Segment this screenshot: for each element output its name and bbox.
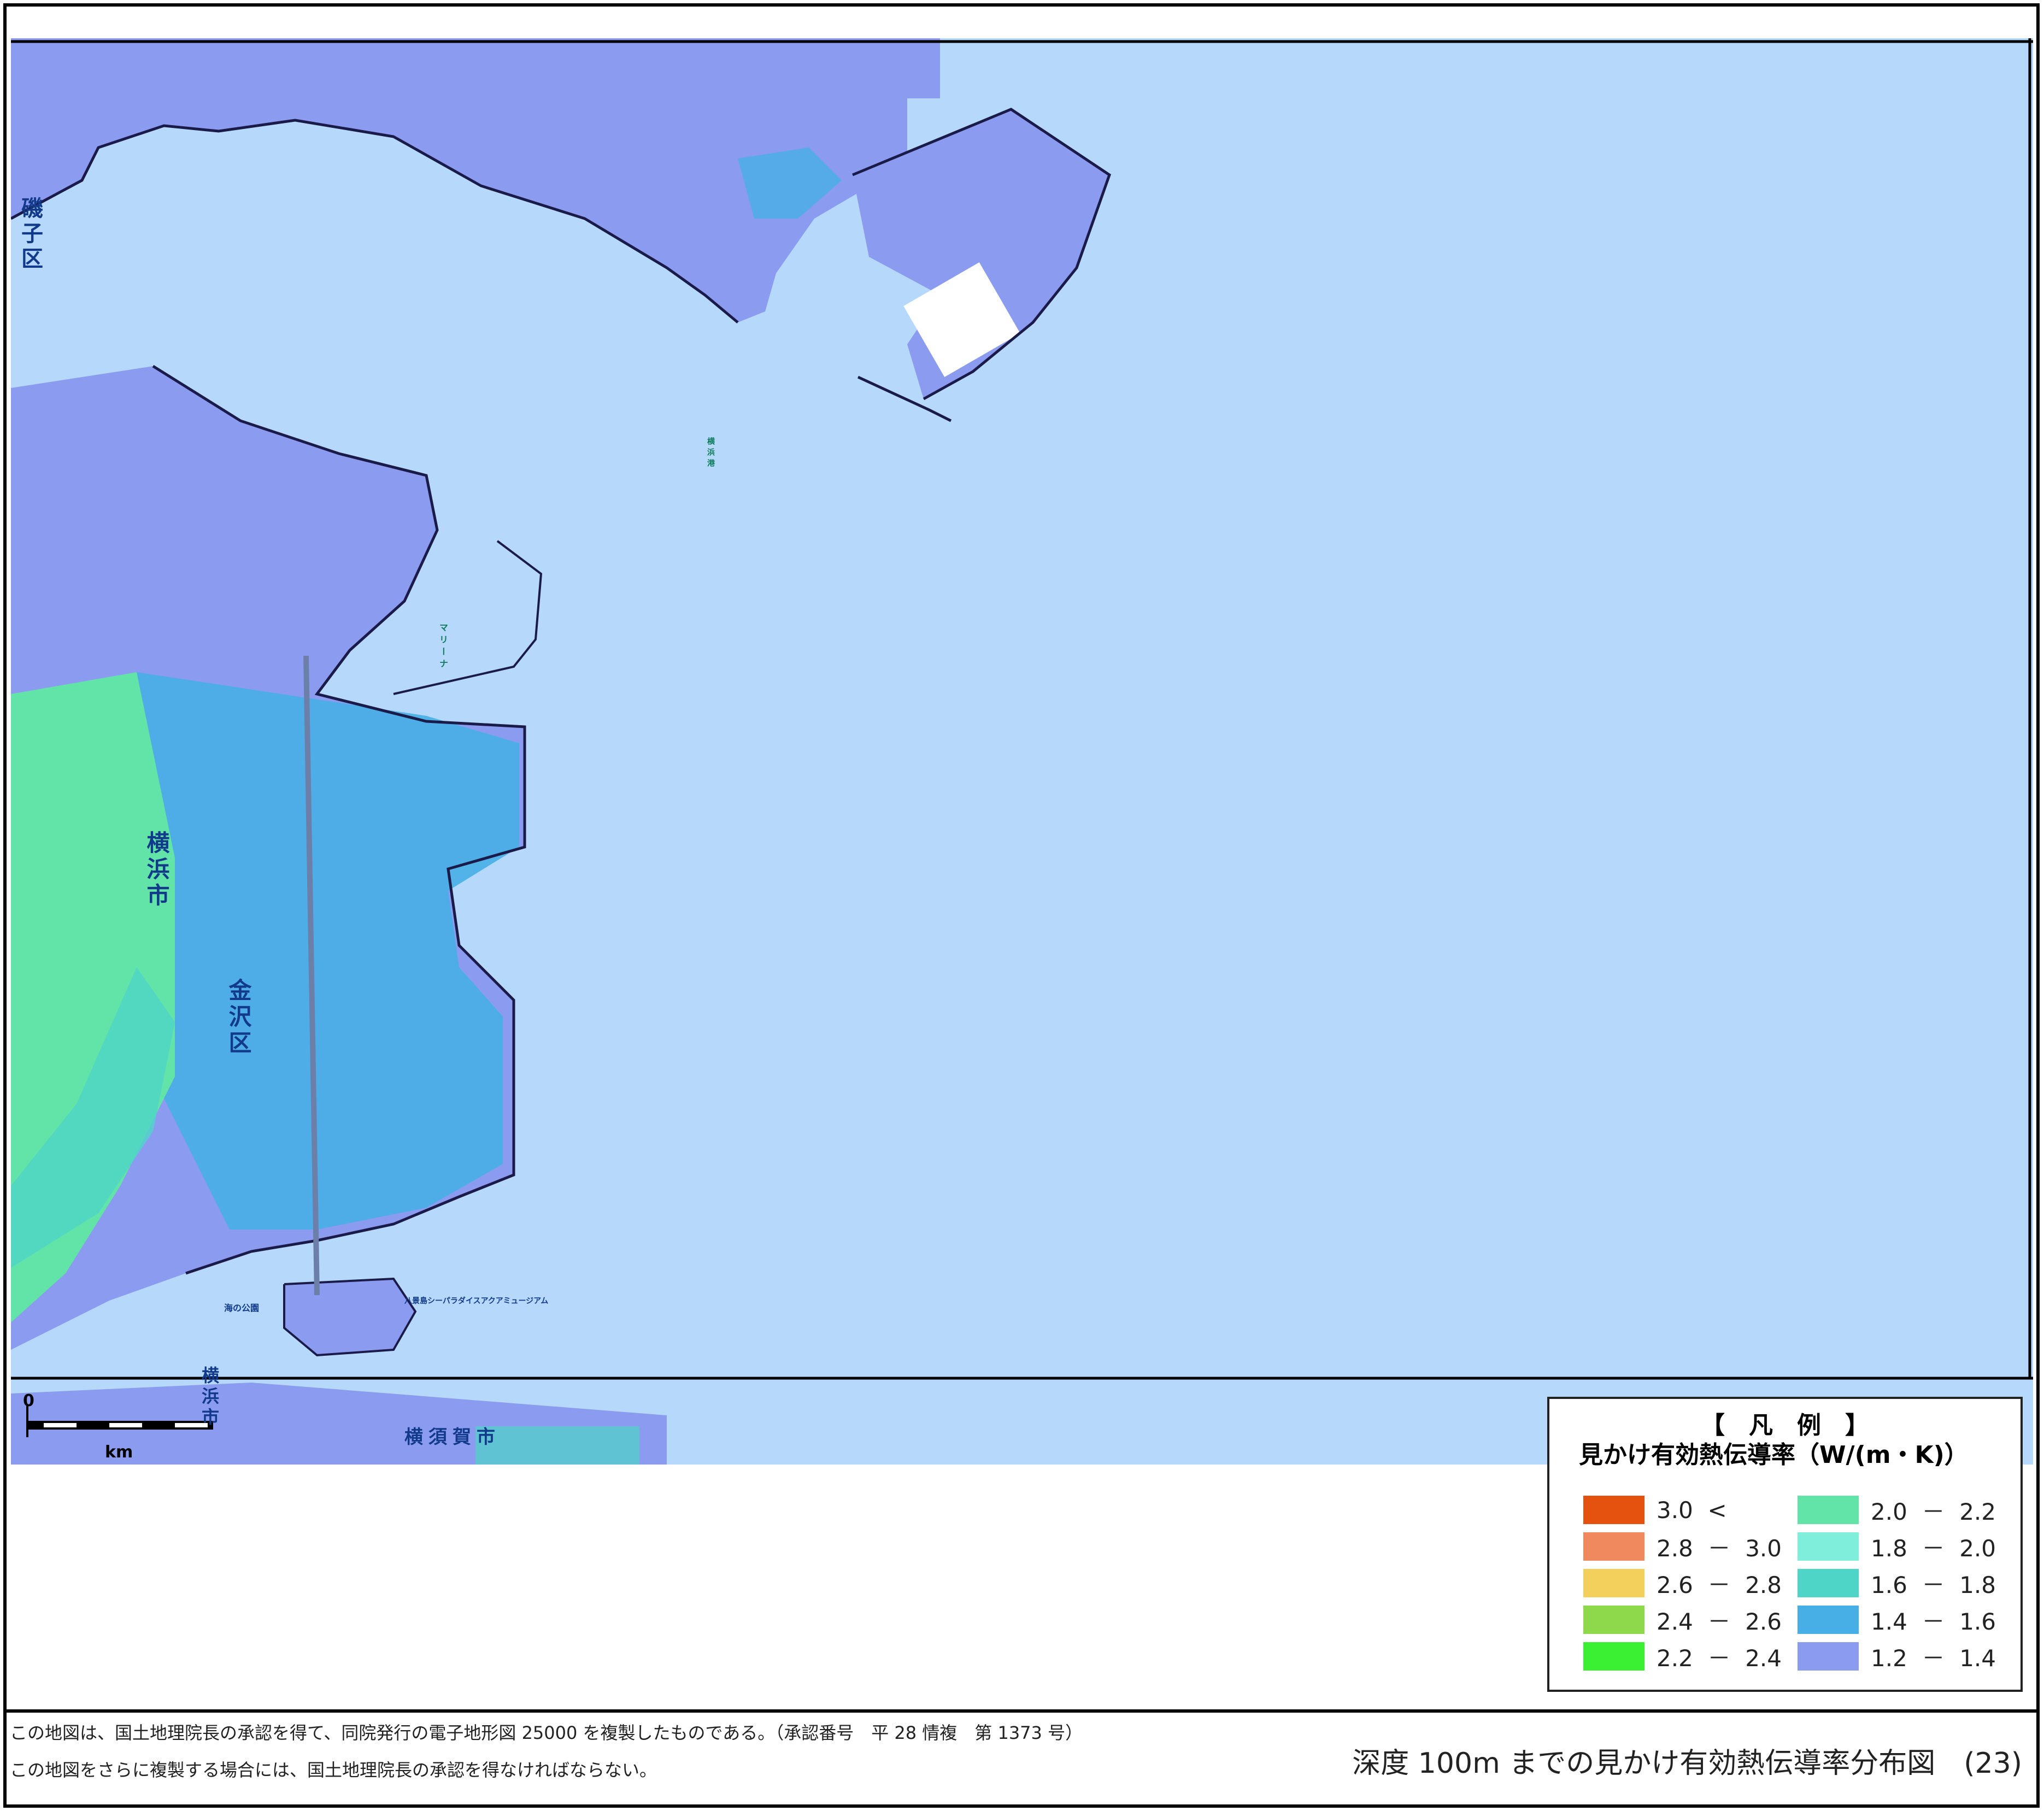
legend-swatch <box>1583 1532 1644 1561</box>
legend-label: 3.0 < <box>1657 1496 1727 1524</box>
legend-item: 1.2 － 1.4 <box>1798 1642 1996 1672</box>
label-hakkeijima: 八景島シーパラダイスアクアミュージアム <box>404 1297 549 1306</box>
legend-label: 1.6 － 1.8 <box>1871 1571 1996 1598</box>
legend-label: 1.4 － 1.6 <box>1871 1608 1996 1635</box>
legend-item: 2.8 － 3.0 <box>1583 1532 1782 1562</box>
credit-line-2: この地図をさらに複製する場合には、国土地理院長の承認を得なければならない。 <box>10 1760 657 1780</box>
credit-line-1: この地図は、国土地理院長の承認を得て、同院発行の電子地形図 25000 を複製し… <box>10 1722 1083 1743</box>
legend-swatch <box>1583 1569 1644 1597</box>
map-panel[interactable]: 磯子区 横浜市 金沢区 横須賀市 横浜市 横浜港 八景島シーパラダイスアクアミュ… <box>11 38 2033 1465</box>
scale-zero-label: 0 <box>23 1391 34 1410</box>
legend-label: 2.2 － 2.4 <box>1657 1644 1782 1672</box>
legend-item: 3.0 < <box>1583 1495 1727 1525</box>
legend-box: 【 凡 例 】 見かけ有効熱伝導率（W/(m・K)） 3.0 <2.8 － 3.… <box>1547 1397 2023 1692</box>
legend-label: 2.6 － 2.8 <box>1657 1571 1782 1598</box>
legend-swatch <box>1583 1642 1644 1671</box>
legend-label: 1.2 － 1.4 <box>1871 1644 1996 1672</box>
map-title: 深度 100m までの見かけ有効熱伝導率分布図 (23) <box>1352 1747 2022 1780</box>
map-canvas <box>11 38 2033 1465</box>
legend-label: 2.0 － 2.2 <box>1871 1498 1996 1525</box>
scale-unit-label: km <box>105 1443 133 1462</box>
ward-label-kanazawa: 金沢区 <box>225 978 252 1057</box>
legend-label: 2.4 － 2.6 <box>1657 1608 1782 1635</box>
legend-swatch <box>1798 1569 1859 1597</box>
legend-item: 1.8 － 2.0 <box>1798 1532 1996 1562</box>
legend-swatch <box>1798 1532 1859 1561</box>
city-label-yokohama: 横浜市 <box>143 831 170 909</box>
label-port-yokohama: 横浜港 <box>706 437 715 470</box>
legend-item: 2.2 － 2.4 <box>1583 1642 1782 1672</box>
legend-item: 2.6 － 2.8 <box>1583 1568 1782 1598</box>
city-label-yokosuka: 横須賀市 <box>404 1426 501 1448</box>
legend-item: 1.4 － 1.6 <box>1798 1605 1996 1635</box>
legend-swatch <box>1798 1496 1859 1524</box>
footer-divider <box>3 1709 2040 1713</box>
legend-swatch <box>1583 1496 1644 1524</box>
legend-item: 1.6 － 1.8 <box>1798 1568 1996 1598</box>
legend-item: 2.4 － 2.6 <box>1583 1605 1782 1635</box>
label-umi-no-koen: 海の公園 <box>224 1303 260 1313</box>
legend-subtitle: 見かけ有効熱伝導率（W/(m・K)） <box>1579 1441 1969 1469</box>
legend-label: 2.8 － 3.0 <box>1657 1534 1782 1562</box>
legend-swatch <box>1798 1642 1859 1671</box>
ward-label-isogo: 磯子区 <box>17 197 43 272</box>
label-marina: マリーナ <box>438 623 448 671</box>
legend-swatch <box>1798 1606 1859 1634</box>
legend-swatch <box>1583 1606 1644 1634</box>
legend-label: 1.8 － 2.0 <box>1871 1534 1996 1562</box>
legend-item: 2.0 － 2.2 <box>1798 1495 1996 1525</box>
city-label-yokohama-small: 横浜市 <box>199 1366 220 1428</box>
